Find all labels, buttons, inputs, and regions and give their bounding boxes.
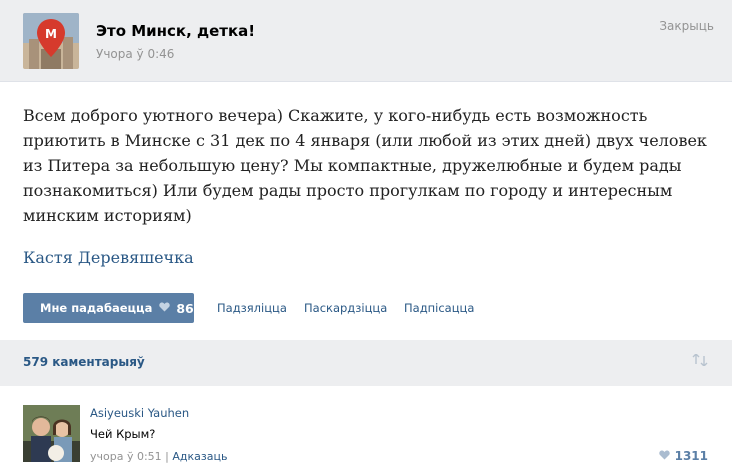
post-text-line: из Питера за небольшую цену? Мы компактн… bbox=[23, 156, 682, 175]
comment-like-button[interactable]: 1311 bbox=[658, 449, 708, 463]
comment-avatar[interactable] bbox=[23, 405, 80, 462]
comment-text: Чей Крым? bbox=[90, 427, 156, 441]
comment-like-count: 1311 bbox=[674, 449, 708, 463]
like-count: 86 bbox=[176, 300, 194, 316]
share-button[interactable]: Падзяліцца bbox=[217, 301, 287, 315]
comment-meta: учора ў 0:51 | Адказаць bbox=[90, 450, 227, 463]
comment-time[interactable]: учора ў 0:51 bbox=[90, 450, 162, 463]
heart-icon bbox=[159, 301, 171, 315]
comments-count-link[interactable]: 579 каментарыяў bbox=[23, 355, 145, 369]
comment-item: Asiyeuski Yauhen Чей Крым? учора ў 0:51 … bbox=[0, 397, 732, 470]
svg-text:M: M bbox=[45, 27, 57, 41]
report-button[interactable]: Паскардзіцца bbox=[304, 301, 387, 315]
sort-arrows-icon[interactable] bbox=[692, 353, 708, 370]
group-logo-icon: M bbox=[23, 13, 79, 69]
post-time[interactable]: Учора ў 0:46 bbox=[96, 47, 174, 61]
like-button[interactable]: Мне падабаецца 86 bbox=[23, 293, 194, 323]
subscribe-button[interactable]: Падпісацца bbox=[404, 301, 474, 315]
heart-icon bbox=[658, 449, 670, 463]
post-author-link[interactable]: Кастя Деревяшечка bbox=[23, 248, 194, 267]
group-avatar[interactable]: M bbox=[23, 13, 79, 69]
comment-meta-separator: | bbox=[165, 450, 169, 463]
post-text-line: Всем доброго уютного вечера) Скажите, у … bbox=[23, 106, 648, 125]
reply-button[interactable]: Адказаць bbox=[172, 450, 227, 463]
like-label: Мне падабаецца bbox=[40, 301, 153, 315]
post-text-line: приютить в Минске с 31 дек по 4 января (… bbox=[23, 131, 707, 150]
user-photo-icon bbox=[23, 405, 80, 462]
post-header: M Это Минск, детка! Учора ў 0:46 Закрыць bbox=[0, 0, 732, 82]
post-text-line: минским историям) bbox=[23, 206, 192, 225]
comment-author-link[interactable]: Asiyeuski Yauhen bbox=[90, 406, 189, 420]
group-name[interactable]: Это Минск, детка! bbox=[96, 22, 255, 40]
post-text: Всем доброго уютного вечера) Скажите, у … bbox=[23, 103, 713, 228]
post-text-line: познакомиться) Или будем рады просто про… bbox=[23, 181, 673, 200]
comments-bar: 579 каментарыяў bbox=[0, 340, 732, 386]
close-button[interactable]: Закрыць bbox=[659, 19, 714, 33]
